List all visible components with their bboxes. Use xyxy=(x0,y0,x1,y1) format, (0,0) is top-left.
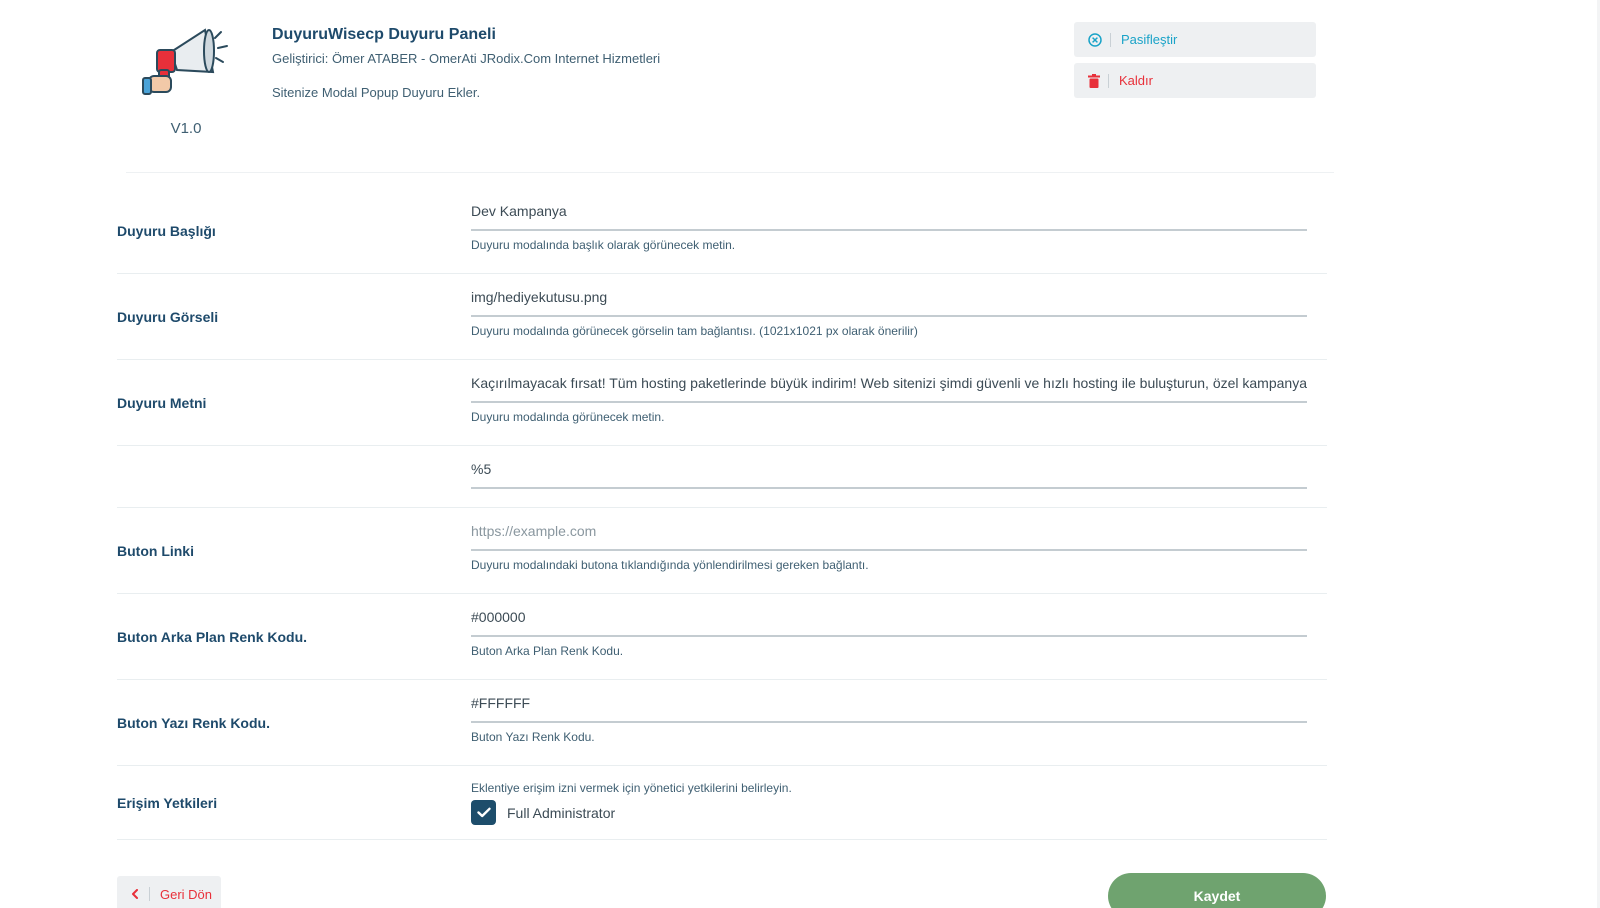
field-label xyxy=(117,446,471,507)
save-button[interactable]: Kaydet xyxy=(1108,873,1326,908)
form-row-title: Duyuru Başlığı Dev Kampanya Duyuru modal… xyxy=(117,188,1327,274)
plugin-description: Sitenize Modal Popup Duyuru Ekler. xyxy=(272,85,481,100)
field-label: Buton Yazı Renk Kodu. xyxy=(117,714,270,731)
back-label: Geri Dön xyxy=(160,886,213,902)
megaphone-icon xyxy=(142,28,228,95)
plugin-info: DuyuruWisecp Duyuru Paneli Geliştirici: … xyxy=(272,24,660,102)
plugin-developer: Geliştirici: Ömer ATABER - OmerAti JRodi… xyxy=(272,51,661,66)
full-admin-label: Full Administrator xyxy=(507,804,616,821)
form-row-text: Duyuru Metni Kaçırılmayacak fırsat! Tüm … xyxy=(117,360,1327,446)
button-bg-color-input[interactable]: #000000 xyxy=(471,607,1307,637)
field-label: Duyuru Görseli xyxy=(117,308,219,325)
field-hint: Duyuru modalında görünecek metin. xyxy=(471,410,665,424)
extra-value-input[interactable]: %5 xyxy=(471,459,1307,489)
form-row-access: Erişim Yetkileri Eklentiye erişim izni v… xyxy=(117,766,1327,840)
access-option[interactable]: Full Administrator xyxy=(471,800,1307,825)
field-wrap: %5 xyxy=(471,446,1307,507)
announcement-title-input[interactable]: Dev Kampanya xyxy=(471,201,1307,231)
deactivate-label: Pasifleştir xyxy=(1121,32,1178,47)
field-wrap: Kaçırılmayacak fırsat! Tüm hosting paket… xyxy=(471,360,1307,445)
plugin-version: V1.0 xyxy=(170,120,202,137)
field-hint: Buton Yazı Renk Kodu. xyxy=(471,730,595,744)
plugin-title: DuyuruWisecp Duyuru Paneli xyxy=(272,26,496,43)
field-wrap: #FFFFFF Buton Yazı Renk Kodu. xyxy=(471,680,1307,765)
plugin-logo: V1.0 xyxy=(136,24,236,137)
back-button[interactable]: Geri Dön xyxy=(117,876,221,908)
trash-icon xyxy=(1088,73,1100,88)
field-hint: Eklentiye erişim izni vermek için yöneti… xyxy=(471,781,792,795)
separator xyxy=(1110,32,1111,47)
form-row-button-text-color: Buton Yazı Renk Kodu. #FFFFFF Buton Yazı… xyxy=(117,680,1327,766)
field-label: Buton Linki xyxy=(117,542,194,559)
plugin-settings-page: V1.0 DuyuruWisecp Duyuru Paneli Geliştir… xyxy=(0,0,1600,908)
field-label: Duyuru Başlığı xyxy=(117,222,216,239)
plugin-actions: Pasifleştir Kaldır xyxy=(1074,22,1316,104)
field-label: Buton Arka Plan Renk Kodu. xyxy=(117,628,308,645)
check-icon xyxy=(476,807,491,818)
form-row-button-link: Buton Linki https://example.com Duyuru m… xyxy=(117,508,1327,594)
field-label: Duyuru Metni xyxy=(117,394,207,411)
settings-form: Duyuru Başlığı Dev Kampanya Duyuru modal… xyxy=(117,188,1327,840)
button-link-input[interactable]: https://example.com xyxy=(471,521,1307,551)
circle-x-icon xyxy=(1088,32,1102,47)
announcement-text-input[interactable]: Kaçırılmayacak fırsat! Tüm hosting paket… xyxy=(471,373,1307,403)
field-label: Erişim Yetkileri xyxy=(117,794,218,811)
field-wrap: img/hediyekutusu.png Duyuru modalında gö… xyxy=(471,274,1307,359)
button-text-color-input[interactable]: #FFFFFF xyxy=(471,693,1307,723)
field-wrap: Dev Kampanya Duyuru modalında başlık ola… xyxy=(471,188,1307,273)
form-row-extra: %5 xyxy=(117,446,1327,508)
plugin-header: V1.0 DuyuruWisecp Duyuru Paneli Geliştir… xyxy=(126,0,1334,173)
remove-label: Kaldır xyxy=(1119,73,1153,88)
form-row-image: Duyuru Görseli img/hediyekutusu.png Duyu… xyxy=(117,274,1327,360)
field-hint: Duyuru modalında görünecek görselin tam … xyxy=(471,324,918,338)
form-row-button-bg: Buton Arka Plan Renk Kodu. #000000 Buton… xyxy=(117,594,1327,680)
separator xyxy=(1108,73,1109,88)
separator xyxy=(149,887,150,901)
remove-button[interactable]: Kaldır xyxy=(1074,63,1316,98)
deactivate-button[interactable]: Pasifleştir xyxy=(1074,22,1316,57)
full-admin-checkbox[interactable] xyxy=(471,800,496,825)
field-wrap: https://example.com Duyuru modalındaki b… xyxy=(471,508,1307,593)
announcement-image-input[interactable]: img/hediyekutusu.png xyxy=(471,287,1307,317)
field-hint: Buton Arka Plan Renk Kodu. xyxy=(471,644,624,658)
field-wrap: Eklentiye erişim izni vermek için yöneti… xyxy=(471,766,1307,839)
field-hint: Duyuru modalındaki butona tıklandığında … xyxy=(471,558,869,572)
field-hint: Duyuru modalında başlık olarak görünecek… xyxy=(471,238,736,252)
field-wrap: #000000 Buton Arka Plan Renk Kodu. xyxy=(471,594,1307,679)
chevron-left-icon xyxy=(132,889,138,899)
